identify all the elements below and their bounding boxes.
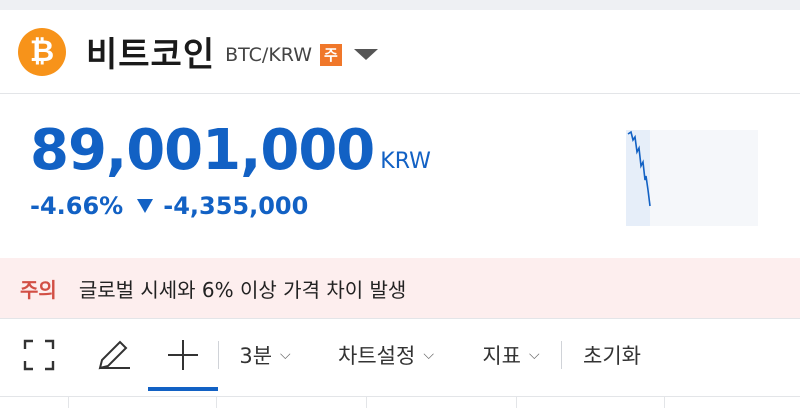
indicators-dropdown[interactable]: 지표 ⌵ [461,319,561,391]
caution-badge: 주 [320,43,342,66]
mini-price-chart [626,130,758,226]
change-amount: -4,355,000 [163,192,309,220]
reset-label: 초기화 [583,343,641,368]
price-currency: KRW [380,149,431,174]
fullscreen-button[interactable] [0,319,78,391]
coin-header[interactable]: ₿ 비트코인 BTC/KRW 주 [0,10,800,94]
active-tool-indicator [148,386,218,391]
down-arrow-icon [137,199,154,213]
chart-grid-top [0,396,800,408]
crosshair-button[interactable] [148,319,218,391]
interval-label: 3분 [239,343,273,368]
fullscreen-icon [23,339,55,370]
grid-line [516,397,517,408]
draw-button[interactable] [78,319,148,391]
bitcoin-logo-icon: ₿ [18,27,66,76]
price-section: 89,001,000 KRW -4.66% -4,355,000 [0,94,800,258]
coin-name: 비트코인 [86,35,216,75]
indicators-label: 지표 [482,343,521,368]
chevron-down-icon: ⌵ [423,346,434,363]
chart-settings-dropdown[interactable]: 차트설정 ⌵ [311,319,461,391]
caution-banner: 주의 글로벌 시세와 6% 이상 가격 차이 발생 [0,258,800,318]
caution-label: 주의 [20,277,57,302]
reset-button[interactable]: 초기화 [562,319,662,391]
grid-line [68,397,69,408]
coin-select-dropdown-icon[interactable] [353,49,378,60]
current-price: 89,001,000 [30,118,375,183]
interval-dropdown[interactable]: 3분 ⌵ [219,319,311,391]
change-percent: -4.66% [30,192,124,220]
crosshair-icon [168,339,198,370]
caution-message: 글로벌 시세와 6% 이상 가격 차이 발생 [78,277,407,302]
top-strip [0,0,800,10]
pencil-icon [98,340,130,369]
chevron-down-icon: ⌵ [529,346,540,363]
chevron-down-icon: ⌵ [280,346,291,363]
chart-settings-label: 차트설정 [338,343,416,368]
grid-line [366,397,367,408]
chart-toolbar: 3분 ⌵ 차트설정 ⌵ 지표 ⌵ 초기화 [0,318,800,391]
grid-line [216,397,217,408]
trading-pair: BTC/KRW [225,43,312,66]
grid-line [664,397,665,408]
